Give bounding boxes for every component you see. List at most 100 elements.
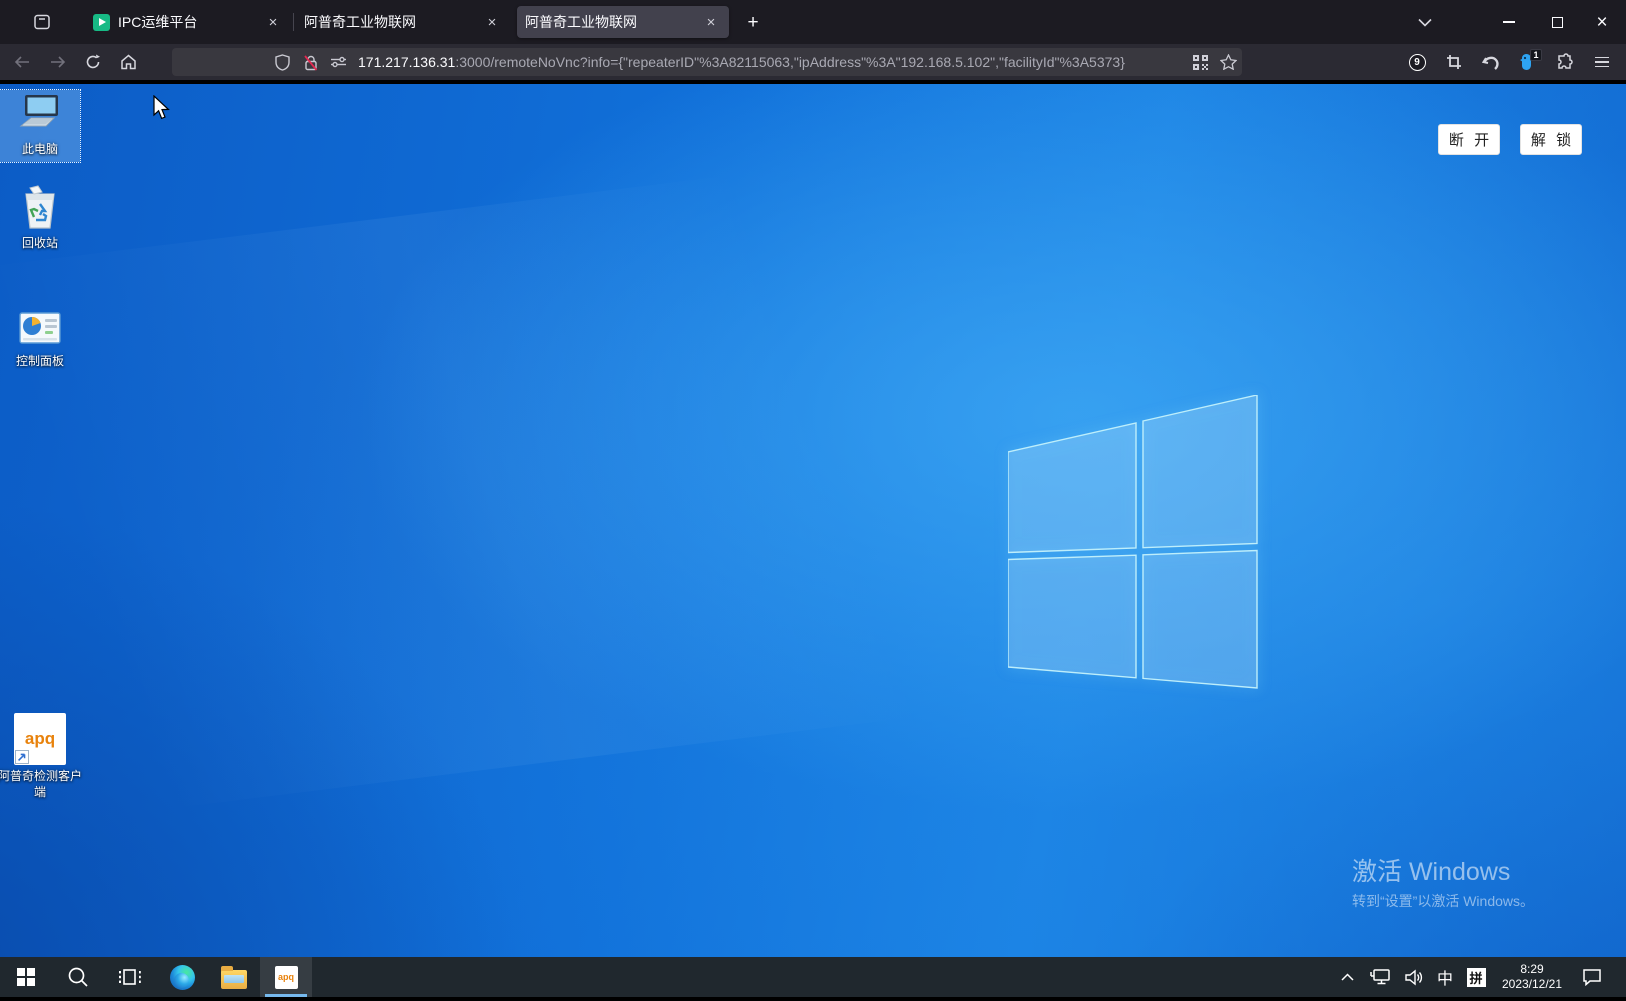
tab-title: IPC运维平台 [118,12,263,32]
remote-desktop[interactable]: 此电脑 回收站 [0,84,1626,957]
lock-insecure-icon [302,54,319,71]
desktop-icon-control-panel[interactable]: 控制面板 [0,302,80,382]
ime-language-button[interactable]: 中 [1430,957,1460,997]
taskbar-edge-button[interactable] [156,957,208,997]
reload-button[interactable] [79,48,107,76]
task-view-icon [118,967,142,987]
network-status-button[interactable] [1362,957,1398,997]
minimize-button[interactable] [1489,0,1529,44]
bird-extension-badge: 1 [1530,49,1542,61]
task-view-button[interactable] [104,957,156,997]
counter-extension-button[interactable]: 9 [1403,48,1431,76]
vnc-viewport: 此电脑 回收站 [0,80,1626,1001]
tracking-protection-button[interactable] [268,48,296,76]
app-menu-button[interactable] [1588,48,1616,76]
system-tray: 中 拼 8:29 2023/12/21 [1332,957,1612,997]
browser-toolbar: 171.217.136.31:3000/remoteNoVnc?info={"r… [0,44,1626,80]
tab-apq-iot-1[interactable]: 阿普奇工业物联网 × [296,6,510,38]
control-panel-icon [16,310,64,350]
undo-arrow-icon [1482,55,1500,70]
apq-taskbar-icon: apq [275,966,298,989]
url-path: :3000/remoteNoVnc?info={"repeaterID"%3A8… [455,54,1125,70]
volume-button[interactable] [1398,957,1430,997]
screenshot-extension-button[interactable] [1440,48,1468,76]
chevron-up-icon [1341,973,1354,981]
qr-code-icon [1193,55,1208,70]
mouse-cursor [152,95,174,121]
action-center-icon [1582,968,1602,986]
qr-code-button[interactable] [1186,48,1214,76]
close-icon: × [1596,13,1607,32]
taskbar-search-button[interactable] [52,957,104,997]
tab-close-button[interactable]: × [482,12,502,32]
crop-icon [1446,54,1462,70]
windows-start-icon [17,968,35,986]
start-button[interactable] [0,957,52,997]
desktop-icon-label: 回收站 [22,235,58,251]
play-favicon-icon [93,14,110,31]
home-icon [120,54,137,70]
extension-toolbar: 9 1 [1403,48,1616,76]
wallpaper-light-beam [0,136,1120,832]
firefox-view-icon [33,13,51,31]
maximize-icon [1552,17,1563,28]
counter-badge: 9 [1409,54,1426,71]
shortcut-arrow-icon [15,750,29,764]
windows-taskbar: apq [0,957,1626,997]
desktop-icon-apq-client[interactable]: apq 阿普奇检测客户端 [0,713,80,809]
desktop-icon-recycle-bin[interactable]: 回收站 [0,184,80,264]
bookmark-star-button[interactable] [1214,48,1242,76]
back-arrow-icon [14,55,30,69]
tray-overflow-button[interactable] [1332,957,1362,997]
taskbar-file-explorer-button[interactable] [208,957,260,997]
forward-arrow-icon [50,55,66,69]
shield-icon [275,54,290,71]
network-icon [1369,968,1391,986]
star-icon [1220,54,1237,70]
apq-logo-text: apq [25,729,55,749]
url-text[interactable]: 171.217.136.31:3000/remoteNoVnc?info={"r… [358,54,1186,70]
extensions-button[interactable] [1551,48,1579,76]
undo-extension-button[interactable] [1477,48,1505,76]
tab-close-button[interactable]: × [701,12,721,32]
activate-windows-watermark: 激活 Windows 转到“设置”以激活 Windows。 [1352,852,1534,911]
permissions-button[interactable] [324,48,352,76]
taskbar-apq-button[interactable]: apq [260,957,312,997]
desktop-icon-this-pc[interactable]: 此电脑 [0,90,80,162]
forward-button[interactable] [44,48,72,76]
connection-security-button[interactable] [296,48,324,76]
maximize-button[interactable] [1537,0,1577,44]
taskbar-clock[interactable]: 8:29 2023/12/21 [1492,957,1572,997]
action-center-button[interactable] [1572,957,1612,997]
chevron-down-icon [1418,18,1432,27]
back-button[interactable] [8,48,36,76]
disconnect-button[interactable]: 断 开 [1438,124,1500,155]
browser-tab-bar: IPC运维平台 × 阿普奇工业物联网 × 阿普奇工业物联网 × + × [0,0,1626,44]
clock-time: 8:29 [1520,962,1543,977]
tab-apq-iot-2-active[interactable]: 阿普奇工业物联网 × [517,6,729,38]
reload-icon [85,54,101,70]
hamburger-menu-icon [1595,57,1609,68]
sliders-icon [330,55,347,69]
unlock-button[interactable]: 解 锁 [1520,124,1582,155]
edge-browser-icon [170,965,195,990]
window-close-button[interactable]: × [1582,0,1622,44]
apq-client-icon: apq [14,713,66,765]
url-host: 171.217.136.31 [358,54,455,70]
new-tab-button[interactable]: + [740,10,766,36]
tab-close-button[interactable]: × [263,12,283,32]
desktop-icon-label: 阿普奇检测客户端 [0,768,82,800]
url-bar[interactable]: 171.217.136.31:3000/remoteNoVnc?info={"r… [172,48,1242,76]
tab-ipc-platform[interactable]: IPC运维平台 × [85,6,291,38]
watermark-line2: 转到“设置”以激活 Windows。 [1352,891,1534,911]
file-explorer-icon [221,970,247,989]
home-button[interactable] [114,48,142,76]
list-all-tabs-button[interactable] [1405,0,1445,44]
tab-title: 阿普奇工业物联网 [525,12,701,32]
clock-date: 2023/12/21 [1502,977,1562,992]
windows-logo-wallpaper [1008,395,1258,689]
bird-extension-button[interactable]: 1 [1514,48,1542,76]
ime-mode-button[interactable]: 拼 [1460,957,1492,997]
firefox-view-button[interactable] [30,10,54,34]
desktop-icon-label: 控制面板 [16,353,64,369]
